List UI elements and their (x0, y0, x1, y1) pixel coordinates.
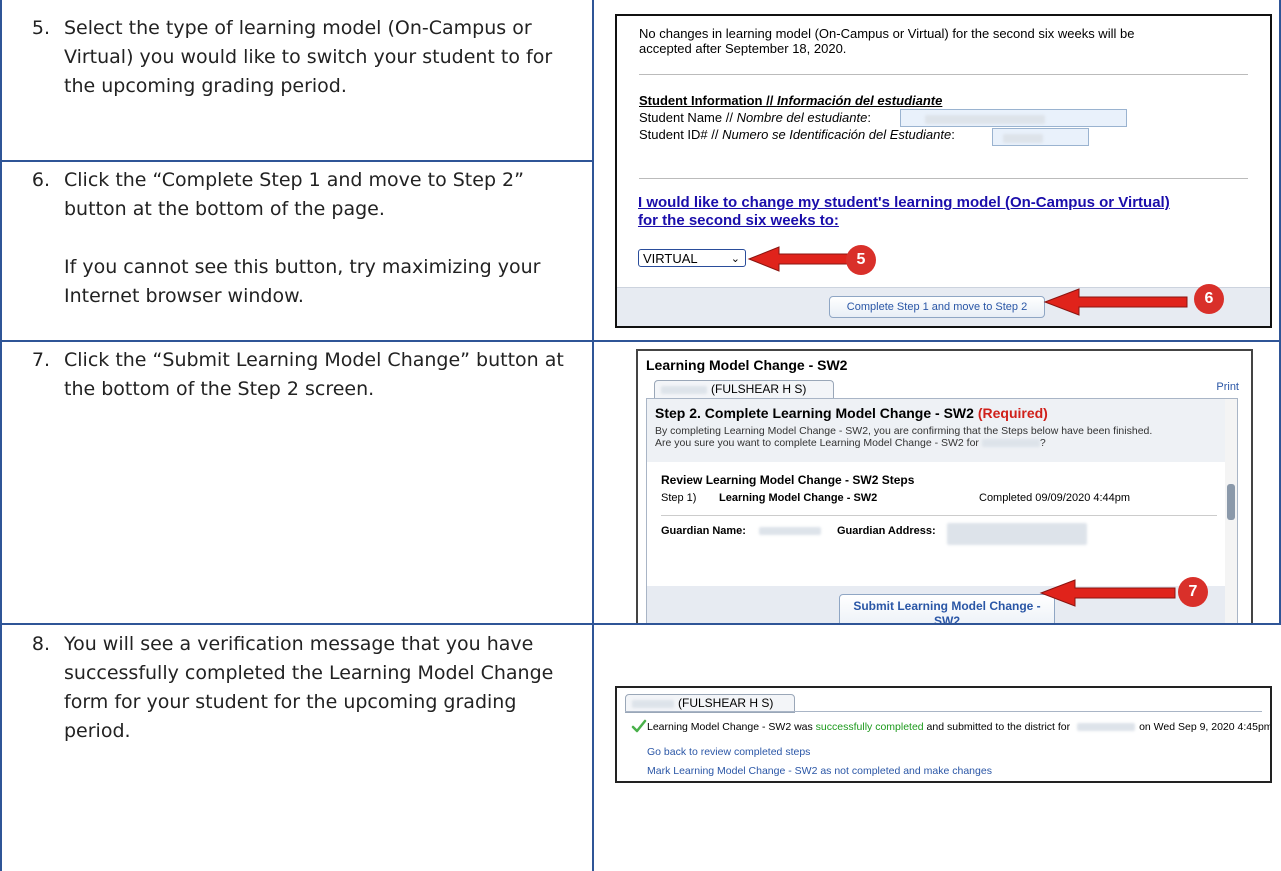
redacted-student (661, 385, 707, 394)
step2-screenshot: Learning Model Change - SW2 (FULSHEAR H … (636, 349, 1253, 623)
step-name: Learning Model Change - SW2 (719, 492, 878, 504)
student-name-field[interactable] (900, 109, 1127, 127)
tab-school[interactable]: (FULSHEAR H S) (654, 380, 834, 398)
step-6: 6. Click the “Complete Step 1 and move t… (0, 166, 592, 311)
divider (625, 711, 1262, 712)
step-number: 7. (31, 349, 50, 371)
redacted-student (981, 439, 1040, 448)
step1-screenshot: No changes in learning model (On-Campus … (615, 14, 1272, 328)
row-divider (0, 160, 594, 162)
redacted-guardian (759, 527, 821, 535)
redacted-student (1077, 723, 1136, 732)
step-text: Select the type of learning model (On-Ca… (64, 17, 553, 97)
divider (639, 74, 1248, 75)
student-id-label: Student ID# // Numero se Identificación … (639, 127, 955, 142)
complete-step1-button[interactable]: Complete Step 1 and move to Step 2 (829, 296, 1045, 318)
arrow-6 (1043, 288, 1188, 316)
step-8: 8. You will see a verification message th… (0, 630, 592, 746)
step-number: 8. (31, 633, 50, 655)
guardian-name-label: Guardian Name: (661, 525, 746, 537)
redacted-address (947, 523, 1087, 545)
page-title: Learning Model Change - SW2 (646, 357, 848, 373)
step-text: You will see a verification message that… (64, 633, 554, 742)
step-status: Completed 09/09/2020 4:44pm (979, 492, 1131, 504)
cutoff-notice: No changes in learning model (On-Campus … (639, 26, 1134, 56)
callout-badge-6: 6 (1194, 284, 1224, 314)
student-id-field[interactable] (992, 128, 1089, 146)
learning-model-select[interactable]: VIRTUAL ⌄ (638, 249, 746, 267)
step-number: 6. (31, 169, 50, 191)
print-link[interactable]: Print (1216, 381, 1239, 393)
scrollbar[interactable] (1225, 399, 1237, 623)
success-message: Learning Model Change - SW2 was successf… (647, 721, 1272, 733)
arrow-7 (1039, 579, 1176, 607)
notice-line: accepted after September 18, 2020. (639, 41, 847, 56)
divider (661, 515, 1217, 516)
row-divider (0, 623, 1281, 625)
notice-line: No changes in learning model (On-Campus … (639, 26, 1135, 41)
row-divider (0, 340, 1281, 342)
review-heading: Review Learning Model Change - SW2 Steps (661, 473, 915, 487)
submit-learning-model-button[interactable]: Submit Learning Model Change - SW2 (839, 594, 1055, 623)
student-info-heading: Student Information // Información del e… (639, 93, 943, 108)
guardian-address-label: Guardian Address: (837, 525, 936, 537)
checkmark-icon (631, 719, 647, 733)
mark-not-completed-link[interactable]: Mark Learning Model Change - SW2 as not … (647, 765, 992, 777)
step-text: Click the “Submit Learning Model Change”… (64, 349, 564, 400)
step-7: 7. Click the “Submit Learning Model Chang… (0, 346, 592, 404)
step-label: Step 1) (661, 492, 697, 504)
scrollbar-thumb[interactable] (1227, 484, 1235, 520)
select-value: VIRTUAL (643, 251, 698, 266)
redacted-name (925, 114, 1045, 124)
review-steps-link[interactable]: Go back to review completed steps (647, 746, 810, 758)
step-note: If you cannot see this button, try maxim… (64, 256, 541, 307)
divider (639, 178, 1248, 179)
confirm-text: By completing Learning Model Change - SW… (655, 425, 1153, 449)
step2-header: Step 2. Complete Learning Model Change -… (647, 399, 1237, 462)
callout-badge-7: 7 (1178, 577, 1208, 607)
table-divider-middle (592, 0, 594, 871)
step-5: 5. Select the type of learning model (On-… (0, 14, 592, 101)
callout-badge-5: 5 (846, 245, 876, 275)
redacted-student (632, 699, 674, 708)
change-model-link[interactable]: I would like to change my student's lear… (638, 194, 1170, 230)
step-number: 5. (31, 17, 50, 39)
step2-heading: Step 2. Complete Learning Model Change -… (655, 405, 1048, 421)
verification-screenshot: (FULSHEAR H S) Learning Model Change - S… (615, 686, 1272, 783)
step-text: Click the “Complete Step 1 and move to S… (64, 169, 524, 220)
redacted-id (1003, 133, 1043, 143)
